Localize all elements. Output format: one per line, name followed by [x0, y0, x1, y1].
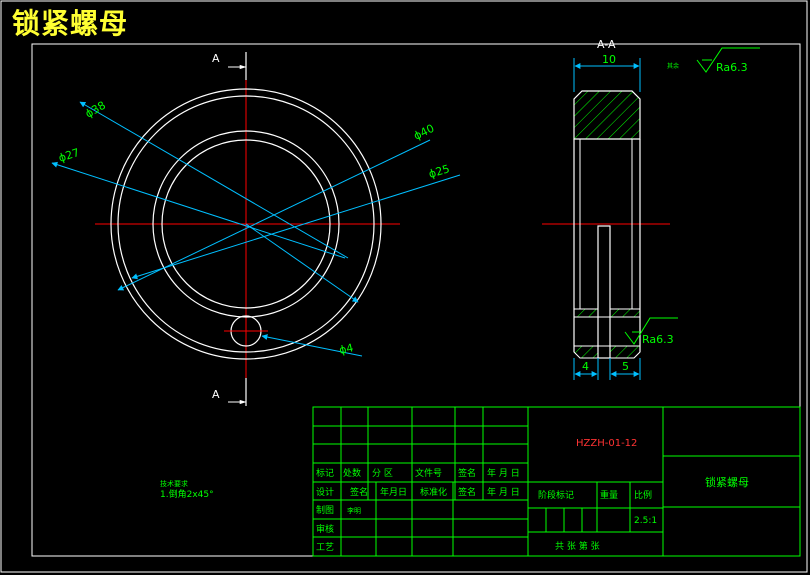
roughness-prefix: 其余 — [667, 62, 679, 70]
section-bottom-hatch-left-lower — [573, 345, 599, 359]
section-letter-bottom: A — [212, 388, 220, 401]
tb-label-date3: 年 月 日 — [487, 486, 520, 498]
section-bottom-hatch-right-upper — [609, 308, 641, 318]
section-bottom-hatch-left-upper — [573, 308, 599, 318]
drawing-title: 锁紧螺母 — [12, 7, 129, 40]
tb-label-file: 文件号 — [415, 467, 442, 479]
dim-text-4: ϕ4 — [338, 341, 355, 357]
drawing-sheet: A A ϕ38 ϕ27 ϕ40 ϕ25 ϕ4 A-A 10 4 5 Ra6.3 … — [0, 0, 808, 573]
tb-label-review: 审核 — [316, 523, 334, 535]
section-view-title: A-A — [597, 38, 616, 51]
tb-part-name: 锁紧螺母 — [705, 475, 749, 489]
tb-label-date: 年 月 日 — [487, 467, 520, 479]
tb-label-sign: 签名 — [458, 467, 476, 479]
tb-label-count: 处数 — [343, 467, 361, 479]
dim-leader-ring — [245, 223, 359, 303]
section-letter-top: A — [212, 52, 220, 65]
tb-scale-value: 2.5:1 — [634, 516, 657, 526]
dim-leader-25 — [131, 174, 461, 280]
dim-text-width-4: 4 — [582, 360, 589, 373]
tb-label-mark: 标记 — [316, 467, 334, 479]
dim-leader-27 — [51, 161, 346, 259]
dim-text-40: ϕ40 — [412, 122, 437, 143]
title-block-text: 标记 处数 分 区 文件号 签名 年 月 日 设计 签名 年月日 标准化 签名 … — [316, 438, 749, 553]
outer-border — [0, 0, 808, 573]
roughness-top-text: Ra6.3 — [716, 61, 748, 74]
section-slot — [597, 225, 611, 359]
tb-sheets: 共 张 第 张 — [555, 540, 600, 552]
dim-text-38: ϕ38 — [83, 99, 108, 121]
roughness-side-text: Ra6.3 — [642, 333, 674, 346]
dim-text-27: ϕ27 — [57, 146, 81, 165]
cad-drawing-canvas: A A ϕ38 ϕ27 ϕ40 ϕ25 ϕ4 A-A 10 4 5 Ra6.3 … — [0, 0, 810, 575]
inner-border — [31, 43, 801, 557]
dim-leader-38 — [79, 101, 349, 259]
tb-label-drafter: 制图 — [316, 504, 334, 516]
section-view: A-A 10 4 5 Ra6.3 — [542, 38, 678, 380]
note-text: 1.倒角2x45° — [160, 488, 214, 500]
general-roughness: 其余 Ra6.3 — [667, 47, 760, 74]
section-top-hatch — [573, 90, 641, 140]
tb-drawing-number: HZZH-01-12 — [576, 438, 637, 449]
dim-text-10: 10 — [602, 53, 616, 66]
note-heading: 技术要求 — [160, 479, 188, 488]
tb-drafter-name: 李明 — [347, 506, 361, 515]
tb-label-ratio: 比例 — [634, 489, 652, 501]
section-bottom-hatch-right-lower — [609, 345, 641, 359]
tb-label-zone: 分 区 — [372, 468, 393, 479]
tb-label-design: 设计 — [316, 486, 334, 498]
dim-text-25: ϕ25 — [427, 162, 451, 181]
tb-label-process: 工艺 — [316, 542, 334, 553]
tb-label-date2: 年月日 — [380, 486, 407, 498]
tb-label-stage: 阶段标记 — [538, 489, 574, 501]
tb-label-sign3: 签名 — [458, 486, 476, 498]
technical-note: 技术要求 1.倒角2x45° — [160, 479, 214, 500]
dim-text-width-5: 5 — [622, 360, 629, 373]
front-view: A A ϕ38 ϕ27 ϕ40 ϕ25 ϕ4 — [51, 52, 461, 406]
tb-label-sign2: 签名 — [350, 486, 368, 498]
tb-label-weight: 重量 — [600, 489, 618, 501]
tb-label-std: 标准化 — [420, 486, 447, 498]
